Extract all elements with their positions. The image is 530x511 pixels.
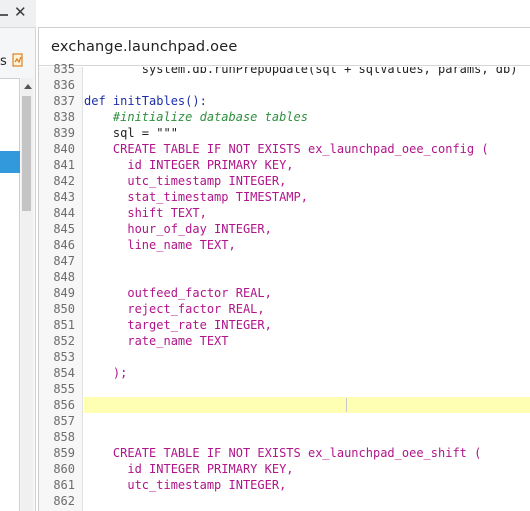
line-number: 846 [53,238,75,252]
code-line[interactable]: system.db.runPrepUpdate(sql + sqlValues,… [84,67,518,77]
line-number: 837 [53,94,75,108]
code-line[interactable]: stat_timestamp TIMESTAMP, [84,189,308,205]
script-title: exchange.launchpad.oee [51,39,238,55]
code-line[interactable]: id INTEGER PRIMARY KEY, [84,461,293,477]
line-number: 836 [53,78,75,92]
code-line[interactable]: #initialize database tables [84,109,308,125]
line-number: 859 [53,446,75,460]
code-line[interactable]: shift TEXT, [84,205,206,221]
line-number: 851 [53,318,75,332]
code-line[interactable]: def initTables(): [84,93,207,109]
minimize-icon[interactable] [0,14,8,16]
scroll-up-icon[interactable] [24,84,32,89]
script-editor: exchange.launchpad.oee 835 836 837 838 839 84… [38,27,530,511]
code-line[interactable]: utc_timestamp INTEGER, [84,477,286,493]
line-number: 852 [53,334,75,348]
code-line[interactable]: target_rate INTEGER, [84,317,272,333]
line-number-gutter: 835 836 837 838 839 840 841 842 843 844 845 846 847 8… [39,62,83,511]
line-number: 854 [53,366,75,380]
line-number: 839 [53,126,75,140]
left-panel-label: s [0,54,7,69]
line-number: 850 [53,302,75,316]
code-line[interactable]: id INTEGER PRIMARY KEY, [84,157,293,173]
code-line[interactable]: rate_name TEXT [84,333,228,349]
code-line[interactable]: outfeed_factor REAL, [84,285,272,301]
line-number: 860 [53,462,75,476]
code-area[interactable]: system.db.runPrepUpdate(sql + sqlValues,… [84,67,530,511]
line-number: 848 [53,270,75,284]
line-number: 847 [53,254,75,268]
tree-scrollbar-thumb[interactable] [22,96,31,211]
code-line[interactable]: CREATE TABLE IF NOT EXISTS ex_launchpad_… [84,445,481,461]
close-icon[interactable]: ✕ [14,4,27,20]
line-number: 841 [53,158,75,172]
line-number: 838 [53,110,75,124]
line-number: 857 [53,414,75,428]
line-number: 861 [53,478,75,492]
code-line[interactable]: line_name TEXT, [84,237,235,253]
code-line[interactable]: utc_timestamp INTEGER, [84,173,286,189]
editor-tab-header: exchange.launchpad.oee [39,28,530,66]
line-number: 853 [53,350,75,364]
code-line[interactable]: sql = """ [84,125,178,141]
line-number: 849 [53,286,75,300]
tree-selected-item[interactable] [0,151,20,173]
script-icon[interactable] [12,53,24,67]
code-line[interactable]: ); [84,365,127,381]
code-line[interactable]: reject_factor REAL, [84,301,264,317]
line-number: 843 [53,190,75,204]
line-number: 856 [53,398,75,412]
current-line-highlight [84,397,530,413]
line-number: 835 [53,62,75,76]
left-panel: ✕ s [0,0,36,511]
line-number: 840 [53,142,75,156]
code-line[interactable]: hour_of_day INTEGER, [84,221,272,237]
line-number: 862 [53,494,75,508]
line-number: 844 [53,206,75,220]
text-cursor [346,398,347,412]
line-number: 858 [53,430,75,444]
line-number: 855 [53,382,75,396]
project-tree[interactable] [0,78,20,511]
left-panel-header: ✕ [0,0,36,28]
line-number: 842 [53,174,75,188]
line-number: 845 [53,222,75,236]
code-line[interactable]: CREATE TABLE IF NOT EXISTS ex_launchpad_… [84,141,489,157]
